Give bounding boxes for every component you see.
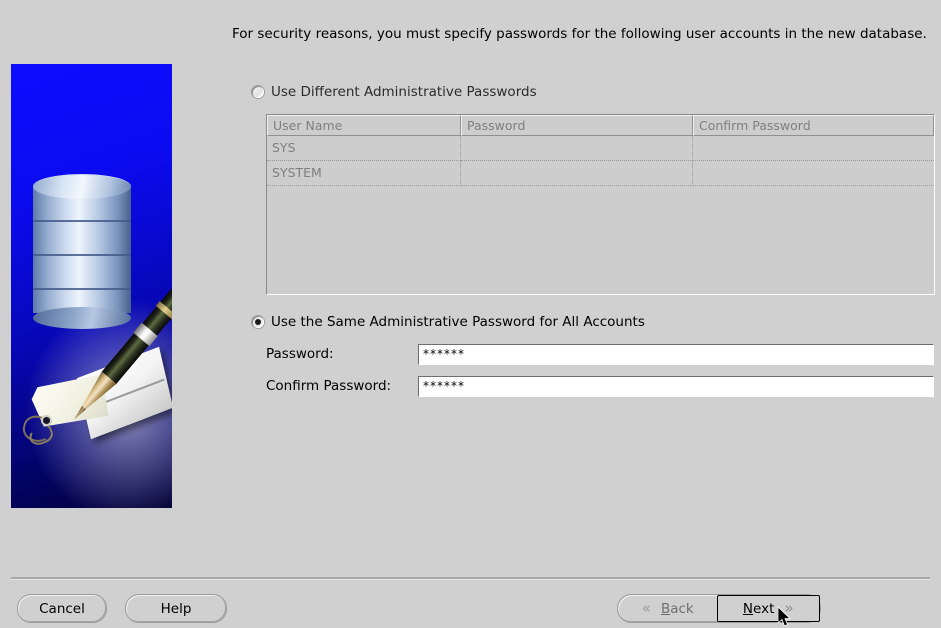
cancel-button[interactable]: Cancel: [17, 594, 107, 623]
radio-use-same-password[interactable]: Use the Same Administrative Password for…: [252, 314, 645, 330]
confirm-password-input[interactable]: [418, 375, 934, 397]
table-header-row: User Name Password Confirm Password: [267, 115, 934, 136]
user-accounts-table[interactable]: User Name Password Confirm Password SYS …: [266, 114, 935, 295]
back-button[interactable]: « Back: [618, 595, 718, 622]
password-label: Password:: [266, 346, 334, 362]
back-button-label: Back: [660, 600, 694, 617]
radio-use-different-passwords[interactable]: Use Different Administrative Passwords: [252, 84, 537, 100]
radio-use-same-password-label: Use the Same Administrative Password for…: [271, 314, 645, 330]
database-cylinder-ring: [33, 220, 131, 222]
next-button-label: Next: [742, 600, 775, 617]
help-button-label: Help: [160, 600, 192, 617]
pen-tip: [73, 406, 86, 421]
help-button[interactable]: Help: [125, 594, 227, 623]
cancel-button-label: Cancel: [39, 600, 85, 617]
instruction-text: For security reasons, you must specify p…: [232, 26, 927, 42]
cell-confirm-password[interactable]: [693, 161, 934, 186]
cell-password[interactable]: [461, 161, 693, 186]
cell-password[interactable]: [461, 136, 693, 161]
navigation-button-group: « Back Next »: [617, 594, 821, 623]
confirm-password-field-row: Confirm Password:: [266, 375, 934, 397]
chevron-double-right-icon: »: [784, 599, 794, 617]
back-button-label-rest: ack: [670, 600, 694, 617]
tag-hole: [43, 417, 50, 424]
cell-confirm-password[interactable]: [693, 136, 934, 161]
database-cylinder-ring: [33, 254, 131, 256]
password-input[interactable]: [418, 343, 934, 365]
cell-user-name[interactable]: SYSTEM: [267, 161, 461, 186]
column-header-password[interactable]: Password: [461, 115, 693, 136]
database-cylinder-icon: [33, 174, 131, 329]
database-cylinder-top: [33, 174, 131, 199]
next-button-label-rest: ext: [753, 600, 775, 617]
chevron-double-left-icon: «: [641, 599, 651, 617]
database-cylinder-ring: [33, 288, 131, 290]
confirm-password-label: Confirm Password:: [266, 378, 392, 394]
radio-use-different-passwords-label: Use Different Administrative Passwords: [271, 84, 537, 100]
column-header-confirm-password[interactable]: Confirm Password: [693, 115, 934, 136]
radio-selected-icon[interactable]: [252, 316, 264, 328]
password-field-row: Password:: [266, 343, 934, 365]
table-row[interactable]: SYSTEM: [267, 161, 934, 186]
footer-separator: [11, 577, 930, 580]
table-row[interactable]: SYS: [267, 136, 934, 161]
database-cylinder-body: [33, 185, 131, 313]
next-button[interactable]: Next »: [716, 595, 820, 622]
column-header-user-name[interactable]: User Name: [267, 115, 461, 136]
illustration-panel: [11, 64, 172, 508]
cell-user-name[interactable]: SYS: [267, 136, 461, 161]
radio-unselected-icon[interactable]: [252, 86, 264, 98]
database-cylinder-bottom: [33, 307, 131, 329]
